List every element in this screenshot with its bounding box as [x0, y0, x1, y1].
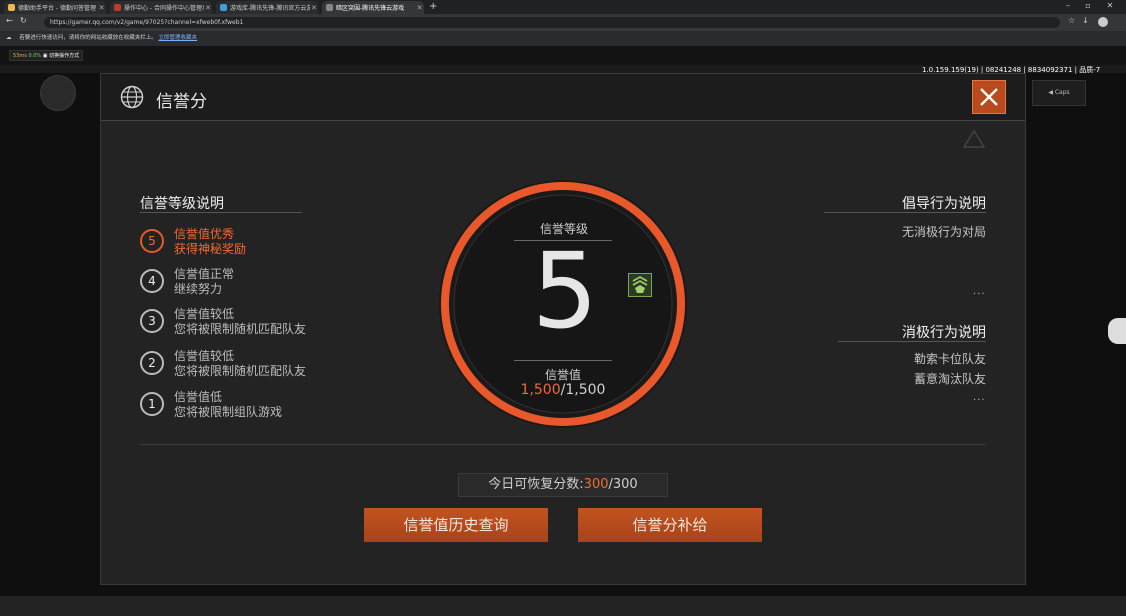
level-number-badge: 3	[140, 309, 164, 333]
extensions-icon[interactable]: ☆	[1068, 16, 1075, 25]
credit-level-value: 5	[531, 230, 599, 352]
maximize-icon[interactable]: ▫	[1078, 1, 1098, 10]
credit-history-button[interactable]: 信誉值历史查询	[364, 508, 548, 542]
player-avatar	[40, 75, 76, 111]
tab-close-icon[interactable]: ✕	[415, 4, 424, 12]
divider	[838, 341, 986, 342]
cloud-game-toolbar	[0, 46, 1126, 65]
tab-close-icon[interactable]: ✕	[204, 4, 212, 12]
browser-tab[interactable]: 游戏库-腾讯先锋-腾讯官方云游戏 ✕	[216, 1, 318, 14]
level-desc: 您将被限制组队游戏	[174, 405, 283, 419]
manage-favorites-link[interactable]: 立即管理收藏夹	[159, 35, 198, 41]
tab-favicon-icon	[326, 4, 333, 11]
level-number-badge: 2	[140, 351, 164, 375]
level-number-badge: 4	[140, 269, 164, 293]
negative-behavior-title: 消极行为说明	[902, 325, 986, 341]
tab-close-icon[interactable]: ✕	[310, 4, 318, 12]
back-arrow-icon: ◀	[1048, 89, 1053, 96]
credit-value: 1,500/1,500	[493, 382, 633, 398]
warning-icon	[962, 129, 986, 148]
credit-value-max: 1,500	[565, 382, 606, 398]
restore-max: 300	[612, 477, 638, 492]
level-desc: 获得神秘奖励	[174, 242, 247, 256]
window-close-icon[interactable]: ✕	[1100, 1, 1120, 10]
switch-mode-button[interactable]: ▣ 切换操作方式	[43, 53, 79, 59]
minimize-icon[interactable]: –	[1058, 1, 1078, 10]
rank-badge-icon	[628, 273, 652, 297]
dialog-title: 信誉分	[156, 92, 207, 112]
refresh-icon[interactable]: ↻	[20, 16, 27, 25]
level-desc: 您将被限制随机匹配队友	[174, 364, 307, 378]
level-item-3: 3 信誉值较低 您将被限制随机匹配队友	[140, 305, 330, 341]
bottom-bar	[0, 596, 1126, 616]
level-desc: 您将被限制随机匹配队友	[174, 322, 307, 336]
advocate-behavior-item: 无消极行为对局	[901, 225, 986, 239]
level-item-5: 5 信誉值优秀 获得神秘奖励	[140, 225, 330, 261]
credit-supply-button[interactable]: 信誉分补给	[578, 508, 762, 542]
info-icon: ☁	[6, 35, 12, 41]
browser-tab-active[interactable]: 暗区突围-腾讯先锋云游戏 ✕	[322, 1, 424, 14]
caps-label: Caps	[1054, 89, 1070, 96]
divider	[824, 212, 986, 213]
browser-tab[interactable]: 德勤助手平台 - 德勤问答管理 ✕	[4, 1, 106, 14]
favorites-info-bar: ☁ 若要进行快速访问，请将你的网站收藏放在收藏夹栏上。 立即管理收藏夹	[0, 31, 1126, 46]
credit-value-current: 1,500	[520, 382, 561, 398]
tab-close-icon[interactable]: ✕	[97, 4, 106, 12]
globe-icon	[120, 85, 144, 109]
browser-tab[interactable]: 操作中心 - 合同操作中心管理系统 ✕	[110, 1, 212, 14]
profile-avatar[interactable]	[1098, 17, 1108, 27]
close-button[interactable]	[972, 80, 1006, 114]
network-stats: 53ms 0.0% ▣ 切换操作方式	[9, 50, 84, 61]
level-number-badge: 1	[140, 392, 164, 416]
level-item-2: 2 信誉值较低 您将被限制随机匹配队友	[140, 347, 330, 383]
close-icon	[980, 88, 998, 106]
dialog-header	[101, 74, 1025, 121]
back-icon[interactable]: ←	[6, 16, 13, 25]
switch-mode-label: 切换操作方式	[49, 53, 80, 59]
level-explanation-title: 信誉等级说明	[140, 196, 224, 212]
advocate-behavior-title: 倡导行为说明	[902, 196, 986, 212]
loss-value: 0.0%	[28, 53, 42, 59]
restore-current: 300	[583, 477, 609, 492]
info-text: 若要进行快速访问，请将你的网站收藏放在收藏夹栏上。	[19, 35, 157, 41]
credit-value-label: 信誉值	[544, 368, 581, 382]
negative-behavior-item: 勒索卡位队友	[913, 352, 986, 366]
side-expand-handle[interactable]	[1108, 318, 1126, 344]
tab-favicon-icon	[114, 4, 121, 11]
new-tab-icon[interactable]: +	[429, 1, 437, 12]
tab-favicon-icon	[8, 4, 15, 11]
more-advocate-icon[interactable]: ...	[973, 286, 986, 297]
divider	[140, 444, 986, 445]
daily-restore-info: 今日可恢复分数:300/300	[458, 473, 668, 497]
latency-value: 53ms	[13, 53, 27, 59]
url-input[interactable]: https://gamer.qq.com/v2/game/97025?chann…	[44, 17, 1060, 28]
divider	[514, 360, 612, 361]
divider	[140, 212, 302, 213]
negative-behavior-item: 蓄意淘汰队友	[913, 372, 986, 386]
tab-favicon-icon	[220, 4, 227, 11]
level-desc: 继续努力	[174, 282, 223, 296]
download-icon[interactable]: ↓	[1082, 16, 1089, 25]
level-item-1: 1 信誉值低 您将被限制组队游戏	[140, 388, 330, 424]
level-number-badge: 5	[140, 229, 164, 253]
more-negative-icon[interactable]: ...	[973, 392, 986, 403]
restore-label: 今日可恢复分数:	[488, 477, 584, 492]
level-item-4: 4 信誉值正常 继续努力	[140, 265, 330, 301]
caps-indicator: ◀ Caps	[1032, 80, 1086, 106]
